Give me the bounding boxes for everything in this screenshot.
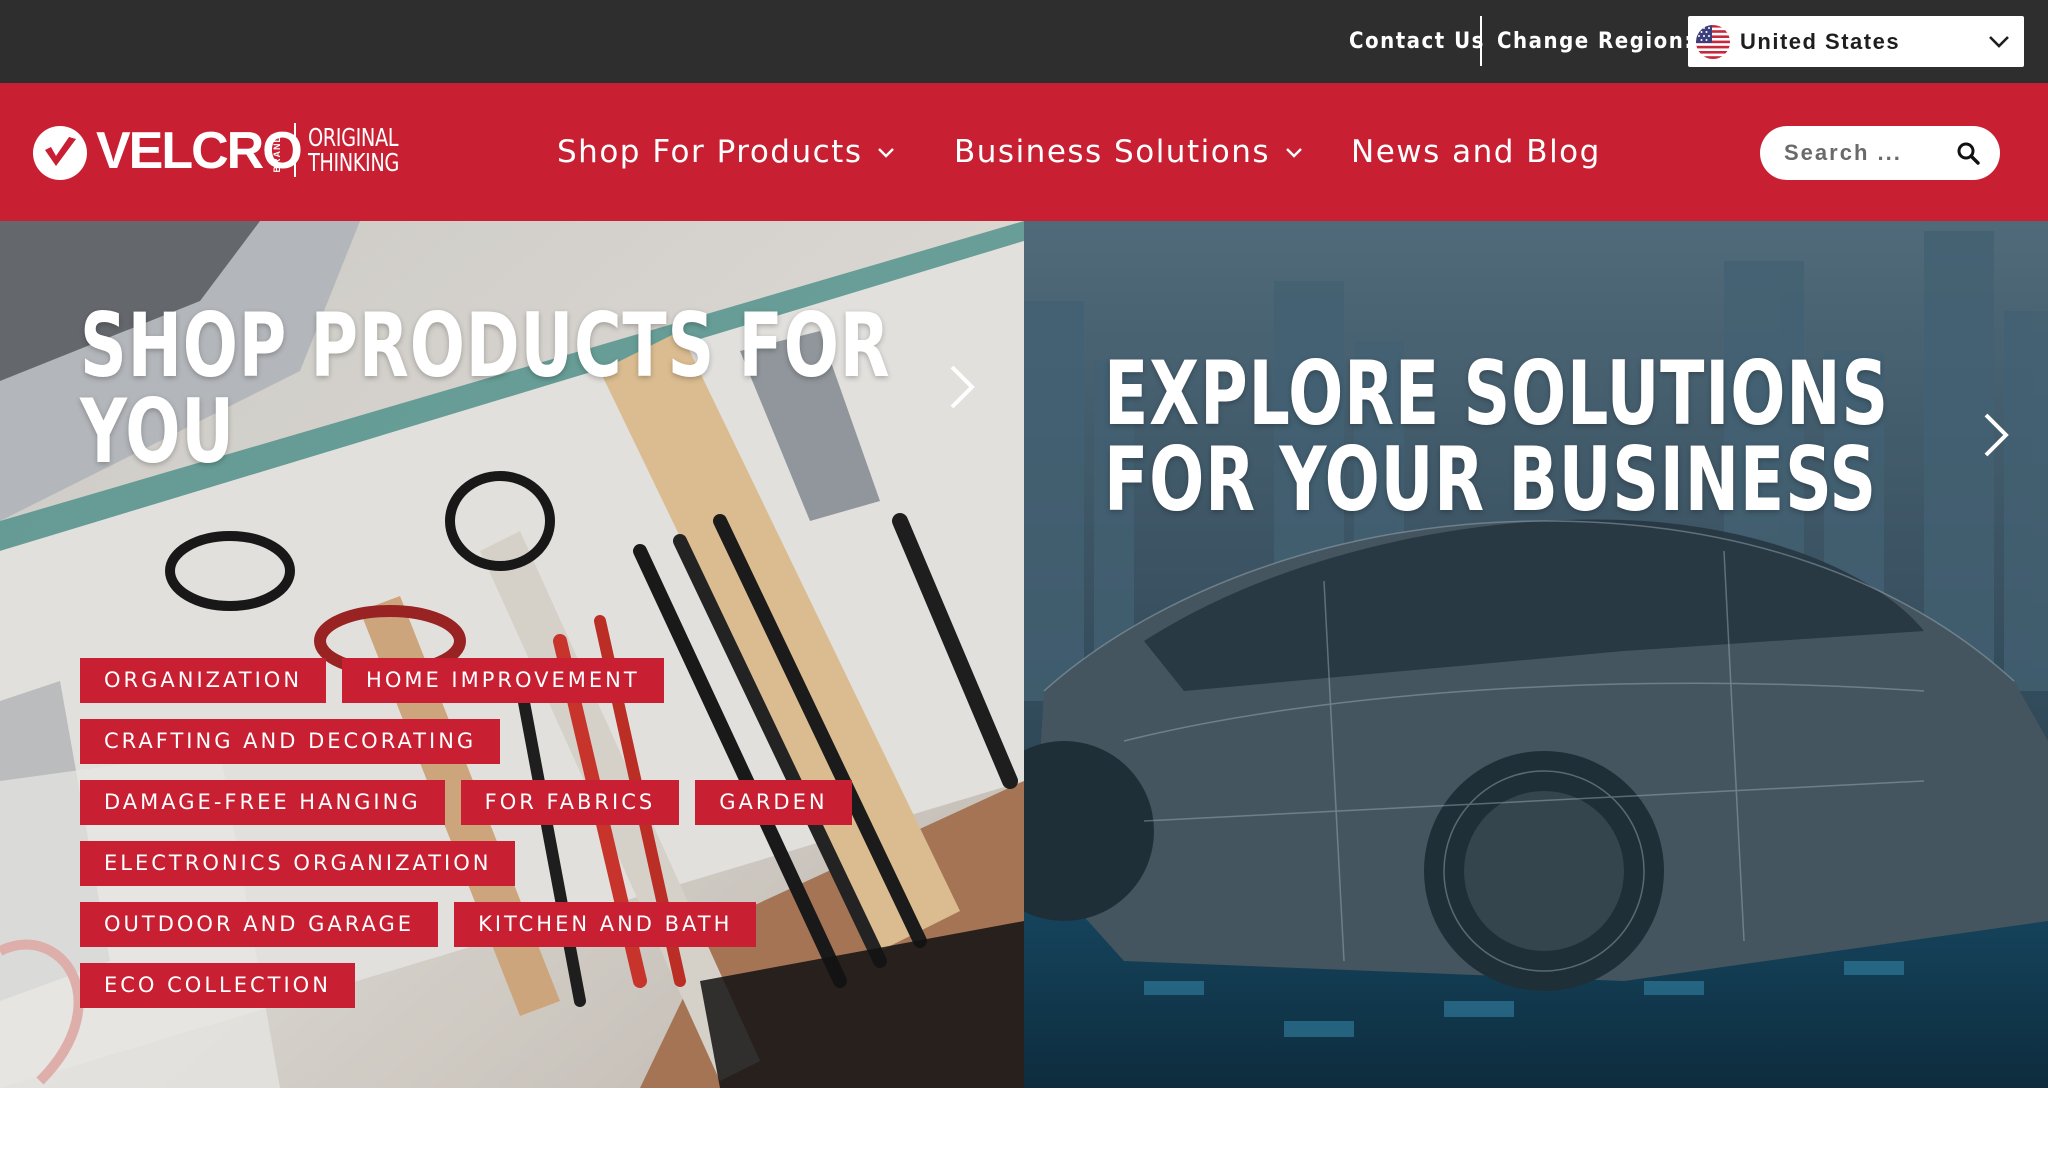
nav-news-label: News and Blog [1351, 134, 1601, 170]
region-value: United States [1740, 28, 1901, 54]
category-tag[interactable]: HOME IMPROVEMENT [342, 658, 664, 703]
tagline-line-1: ORIGINAL [308, 123, 399, 152]
nav-shop-for-products[interactable]: Shop For Products [557, 83, 896, 221]
category-tag[interactable]: ELECTRONICS ORGANIZATION [80, 841, 516, 886]
nav-business-solutions[interactable]: Business Solutions [954, 83, 1304, 221]
tag-row: ECO COLLECTION [80, 963, 980, 1008]
logo-brand-small: BRAND [272, 135, 282, 173]
hero-business-title: EXPLORE SOLUTIONS FOR YOUR BUSINESS [1104, 342, 1889, 531]
category-tag[interactable]: DAMAGE-FREE HANGING [80, 780, 445, 825]
tag-row: CRAFTING AND DECORATING [80, 719, 980, 764]
us-flag-icon [1696, 24, 1730, 59]
page-content-start [0, 1088, 2048, 1152]
category-tag[interactable]: ORGANIZATION [80, 658, 327, 703]
nav-shop-label: Shop For Products [557, 134, 863, 170]
category-tag[interactable]: OUTDOOR AND GARAGE [80, 902, 439, 947]
change-region-label: Change Region: [1497, 29, 1694, 54]
region-select[interactable]: United States [1688, 16, 2024, 67]
logo-separator [294, 123, 296, 177]
tag-row: ELECTRONICS ORGANIZATION [80, 841, 980, 886]
logo-wordmark: VELCRO [96, 122, 303, 180]
chevron-right-icon[interactable] [948, 363, 976, 411]
chevron-down-icon [1989, 36, 2009, 48]
tag-row: DAMAGE-FREE HANGING FOR FABRICS GARDEN [80, 780, 980, 825]
nav-news-and-blog[interactable]: News and Blog [1351, 83, 1601, 221]
utility-divider [1480, 16, 1482, 66]
category-tag[interactable]: FOR FABRICS [460, 780, 680, 825]
nav-business-label: Business Solutions [954, 134, 1270, 170]
velcro-check-logo-icon [33, 126, 87, 180]
tag-row: OUTDOOR AND GARAGE KITCHEN AND BATH [80, 902, 980, 947]
hero-business-solutions[interactable]: EXPLORE SOLUTIONS FOR YOUR BUSINESS [1024, 221, 2048, 1088]
tagline-line-2: THINKING [308, 148, 399, 177]
hero-shop-title: SHOP PRODUCTS FOR YOU [80, 294, 891, 483]
category-tag[interactable]: CRAFTING AND DECORATING [80, 719, 501, 764]
search-icon[interactable] [1956, 141, 1980, 165]
product-category-tags: ORGANIZATION HOME IMPROVEMENT CRAFTING AND… [80, 658, 980, 1024]
main-nav: VELCRO BRAND ORIGINAL THINKING Shop For … [0, 83, 2048, 221]
logo-tagline: ORIGINAL THINKING [308, 125, 399, 175]
search-box [1760, 126, 2000, 180]
category-tag[interactable]: GARDEN [695, 780, 852, 825]
chevron-right-icon[interactable] [1982, 411, 2010, 459]
search-input[interactable] [1784, 126, 1954, 180]
hero-shop-products[interactable]: SHOP PRODUCTS FOR YOU ORGANIZATION HOME I… [0, 221, 1024, 1088]
tag-row: ORGANIZATION HOME IMPROVEMENT [80, 658, 980, 703]
category-tag[interactable]: KITCHEN AND BATH [454, 902, 757, 947]
chevron-down-icon [878, 148, 895, 158]
category-tag[interactable]: ECO COLLECTION [80, 963, 355, 1008]
utility-bar: Contact Us Change Region: United States [0, 0, 2048, 83]
contact-us-link[interactable]: Contact Us [1349, 0, 1485, 83]
velcro-logo[interactable]: VELCRO BRAND ORIGINAL THINKING [32, 121, 402, 183]
chevron-down-icon [1286, 148, 1302, 158]
